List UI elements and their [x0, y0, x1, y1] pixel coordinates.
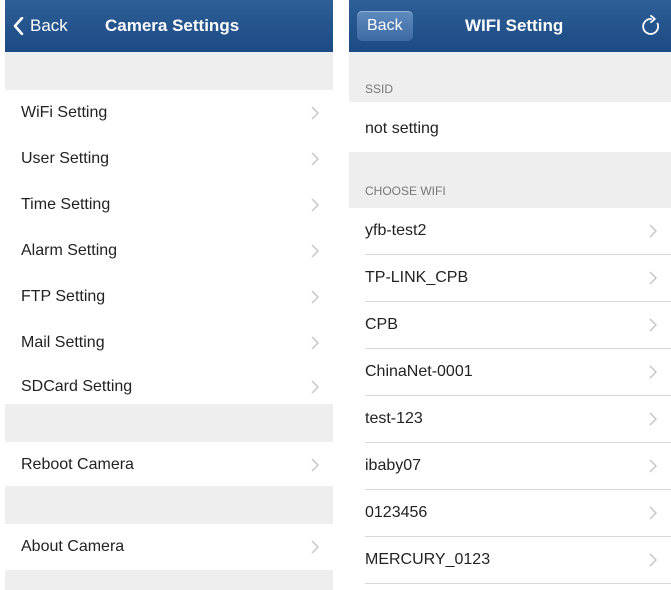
choose-wifi-header-label: CHOOSE WIFI — [365, 184, 446, 198]
wifi-network-item[interactable]: ibaby07 — [349, 443, 671, 489]
wifi-network-item[interactable]: TP-LINK_CPB — [349, 255, 671, 301]
ssid-value-row: not setting — [349, 106, 671, 152]
menu-item-ftp-setting[interactable]: FTP Setting — [5, 274, 333, 320]
camera-settings-navbar: Back Camera Settings — [5, 0, 333, 52]
chevron-right-icon — [311, 152, 319, 166]
menu-item-time-setting[interactable]: Time Setting — [5, 182, 333, 228]
chevron-right-icon — [311, 290, 319, 304]
chevron-right-icon — [311, 380, 319, 394]
ssid-header-label: SSID — [365, 82, 394, 96]
chevron-left-icon — [13, 17, 24, 35]
wifi-network-name: yfb-test2 — [365, 222, 427, 239]
chevron-right-icon — [649, 318, 657, 332]
group-spacer — [5, 570, 333, 590]
menu-item-wifi-setting[interactable]: WiFi Setting — [5, 90, 333, 136]
wifi-setting-screen: Back WIFI Setting SSID not setting CHOOS… — [349, 0, 671, 590]
wifi-network-name: TP-LINK_CPB — [365, 269, 469, 286]
chevron-right-icon — [311, 244, 319, 258]
menu-item-label: FTP Setting — [21, 288, 106, 305]
wifi-network-name: ibaby07 — [365, 457, 422, 474]
chevron-right-icon — [649, 412, 657, 426]
wifi-network-name: ChinaNet-0001 — [365, 363, 473, 380]
chevron-right-icon — [311, 458, 319, 472]
back-label: Back — [367, 17, 403, 34]
back-button[interactable]: Back — [357, 11, 413, 41]
row-divider — [365, 583, 671, 584]
wifi-network-item[interactable]: 0123456 — [349, 490, 671, 536]
menu-item-alarm-setting[interactable]: Alarm Setting — [5, 228, 333, 274]
wifi-setting-navbar: Back WIFI Setting — [349, 0, 671, 52]
menu-item-label: WiFi Setting — [21, 104, 108, 121]
group-spacer — [5, 486, 333, 524]
chevron-right-icon — [649, 459, 657, 473]
wifi-network-item[interactable]: CPB — [349, 302, 671, 348]
wifi-network-item[interactable]: yfb-test2 — [349, 208, 671, 254]
chevron-right-icon — [311, 106, 319, 120]
page-title: Camera Settings — [105, 16, 240, 35]
about-camera-button[interactable]: About Camera — [5, 524, 333, 570]
chevron-right-icon — [649, 224, 657, 238]
back-button[interactable]: Back — [13, 0, 68, 52]
wifi-network-name: MERCURY_0123 — [365, 551, 491, 568]
wifi-network-item[interactable]: test-123 — [349, 396, 671, 442]
page-title: WIFI Setting — [465, 16, 564, 35]
chevron-right-icon — [649, 553, 657, 567]
wifi-network-item[interactable]: ChinaNet-0001 — [349, 349, 671, 395]
menu-item-mail-setting[interactable]: Mail Setting — [5, 320, 333, 366]
menu-item-user-setting[interactable]: User Setting — [5, 136, 333, 182]
wifi-network-name: test-123 — [365, 410, 423, 427]
camera-settings-screen: Back Camera Settings WiFi Setting User S… — [5, 0, 333, 590]
menu-item-label: Mail Setting — [21, 334, 105, 351]
chevron-right-icon — [311, 540, 319, 554]
group-spacer — [5, 404, 333, 442]
chevron-right-icon — [649, 506, 657, 520]
about-camera-label: About Camera — [21, 538, 125, 555]
wifi-network-name: 0123456 — [365, 504, 428, 521]
menu-item-label: SDCard Setting — [21, 378, 133, 395]
reboot-camera-button[interactable]: Reboot Camera — [5, 442, 333, 488]
chevron-right-icon — [649, 365, 657, 379]
ssid-value: not setting — [365, 120, 439, 137]
menu-item-label: Time Setting — [21, 196, 111, 213]
ssid-section-header: SSID — [349, 52, 671, 102]
back-label: Back — [30, 16, 68, 35]
wifi-network-name: CPB — [365, 316, 398, 333]
reboot-camera-label: Reboot Camera — [21, 456, 134, 473]
menu-item-label: User Setting — [21, 150, 110, 167]
group-spacer — [5, 52, 333, 90]
wifi-network-item[interactable]: MERCURY_0123 — [349, 537, 671, 583]
refresh-icon[interactable] — [639, 14, 663, 38]
chevron-right-icon — [311, 336, 319, 350]
chevron-right-icon — [311, 198, 319, 212]
choose-wifi-section-header: CHOOSE WIFI — [349, 152, 671, 208]
menu-item-label: Alarm Setting — [21, 242, 118, 259]
chevron-right-icon — [649, 271, 657, 285]
